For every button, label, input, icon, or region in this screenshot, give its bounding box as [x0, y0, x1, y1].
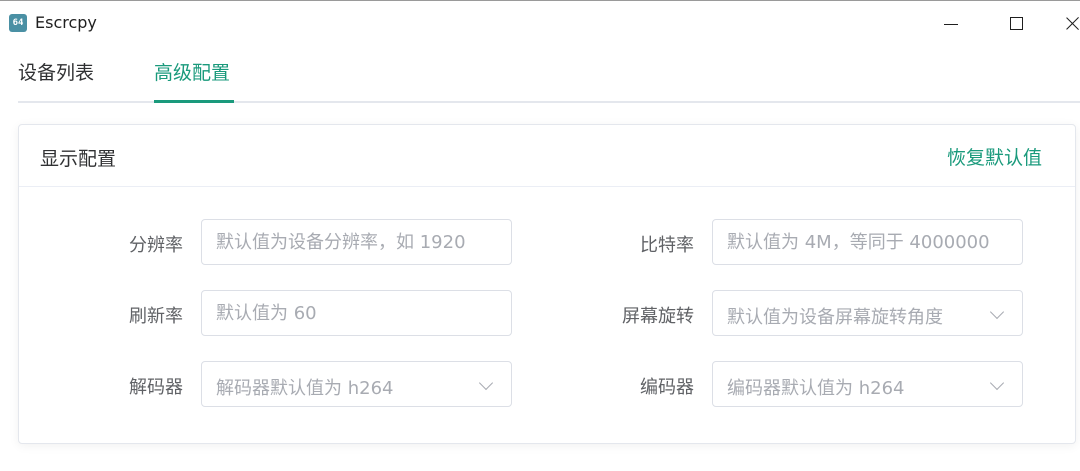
reset-defaults-button[interactable]: 恢复默认值 — [947, 143, 1042, 170]
form-row: 刷新率 屏幕旋转 默认值为设备屏幕旋转角度 — [19, 290, 1075, 336]
chevron-down-icon — [989, 375, 1005, 391]
decoder-placeholder: 解码器默认值为 h264 — [216, 378, 394, 399]
bitrate-label: 比特率 — [640, 235, 694, 256]
bitrate-input[interactable] — [712, 219, 1023, 265]
tab-advanced-config[interactable]: 高级配置 — [154, 61, 230, 101]
minimize-button[interactable] — [928, 1, 974, 45]
maximize-button[interactable] — [993, 1, 1039, 45]
tab-bar: 设备列表 高级配置 — [18, 51, 1080, 103]
rotation-label: 屏幕旋转 — [622, 306, 694, 327]
app-window: 64 Escrcpy 设备列表 高级配置 显示配置 恢复默认值 分辨率 比特率 … — [0, 0, 1080, 471]
resolution-label: 分辨率 — [129, 235, 183, 256]
app-icon: 64 — [9, 14, 27, 32]
maximize-icon — [1009, 16, 1023, 30]
title-bar: 64 Escrcpy — [0, 1, 1080, 45]
resolution-input[interactable] — [201, 219, 512, 265]
encoder-label: 编码器 — [640, 377, 694, 398]
encoder-select[interactable]: 编码器默认值为 h264 — [712, 361, 1023, 407]
decoder-select[interactable]: 解码器默认值为 h264 — [201, 361, 512, 407]
window-title: Escrcpy — [35, 13, 97, 32]
close-button[interactable] — [1058, 1, 1080, 45]
display-config-card: 显示配置 恢复默认值 分辨率 比特率 刷新率 屏幕旋转 默认值为设备屏幕旋转角度… — [18, 124, 1076, 444]
rotation-placeholder: 默认值为设备屏幕旋转角度 — [727, 307, 943, 328]
form-row: 解码器 解码器默认值为 h264 编码器 编码器默认值为 h264 — [19, 361, 1075, 407]
chevron-down-icon — [989, 304, 1005, 320]
decoder-label: 解码器 — [129, 377, 183, 398]
chevron-down-icon — [478, 375, 494, 391]
minimize-icon — [944, 23, 958, 25]
encoder-placeholder: 编码器默认值为 h264 — [727, 378, 905, 399]
close-icon — [1066, 16, 1080, 30]
tab-device-list[interactable]: 设备列表 — [18, 61, 94, 101]
active-tab-indicator — [154, 100, 234, 103]
rotation-select[interactable]: 默认值为设备屏幕旋转角度 — [712, 290, 1023, 336]
card-header: 显示配置 恢复默认值 — [19, 125, 1075, 187]
form-row: 分辨率 比特率 — [19, 219, 1075, 265]
card-title: 显示配置 — [40, 148, 117, 170]
refresh-rate-label: 刷新率 — [129, 306, 183, 327]
refresh-rate-input[interactable] — [201, 290, 512, 336]
